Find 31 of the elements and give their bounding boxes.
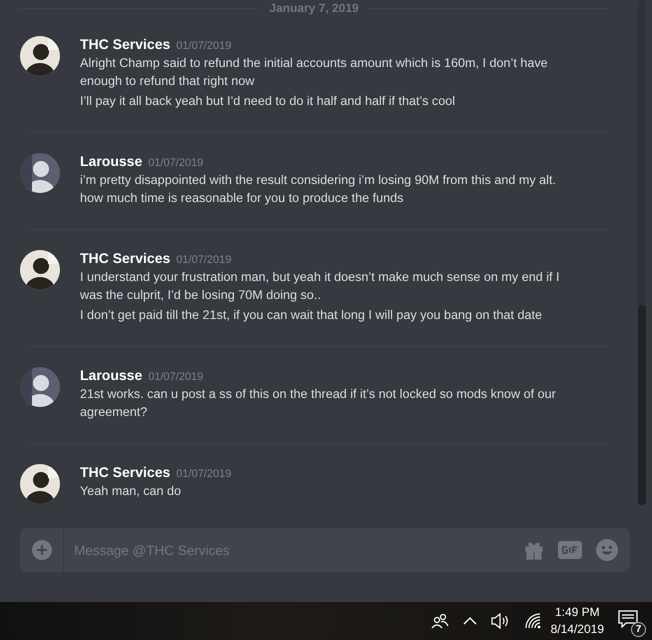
scrollbar-thumb[interactable]: [638, 305, 646, 505]
username[interactable]: THC Services: [80, 250, 170, 266]
notification-icon[interactable]: [618, 610, 638, 628]
gift-icon[interactable]: [524, 540, 544, 560]
message-text: I’ll pay it all back yeah but I’d need to do it half and half if that’s cool: [80, 93, 456, 110]
message-text: I don’t get paid till the 21st, if you can wait that long I will pay you bang on that date: [80, 307, 544, 324]
people-icon[interactable]: [430, 613, 449, 629]
notification-count: 7: [631, 622, 646, 637]
date-divider: January 7, 2019: [269, 1, 359, 15]
message-text: I understand your frustration man, but yeah it doesn’t make much sense on my end if I was the culprit, I’d be losing 70M doing so..: [80, 269, 561, 304]
caret-up-icon[interactable]: [462, 617, 477, 625]
emoji-icon[interactable]: [596, 539, 618, 561]
username[interactable]: Larousse: [80, 367, 142, 383]
message-text: 21st works. can u post a ss of this on the thread if it’s not locked so mods know of our agreement?: [80, 386, 557, 421]
clock[interactable]: 1:49 PM 8/14/2019: [550, 604, 604, 638]
message-text: Yeah man, can do: [80, 483, 182, 500]
add-icon[interactable]: [32, 540, 52, 560]
timestamp: 01/07/2019: [176, 40, 232, 52]
username[interactable]: THC Services: [80, 464, 170, 480]
message-text: i’m pretty disappointed with the result considering i’m losing 90M from this and my alt. how much time is reasonable for you to produce the funds: [80, 172, 557, 207]
timestamp: 01/07/2019: [176, 468, 232, 480]
wifi-icon[interactable]: [524, 613, 541, 629]
username[interactable]: THC Services: [80, 36, 170, 52]
timestamp: 01/07/2019: [176, 254, 232, 266]
username[interactable]: Larousse: [80, 153, 142, 169]
timestamp: 01/07/2019: [148, 157, 204, 169]
gif-icon[interactable]: [558, 541, 582, 559]
message-text: Alright Champ said to refund the initial accounts amount which is 160m, I don’t have enough to refund that right now: [80, 55, 549, 90]
scrollbar[interactable]: [638, 0, 646, 505]
speaker-icon[interactable]: [490, 613, 511, 629]
timestamp: 01/07/2019: [148, 371, 204, 383]
